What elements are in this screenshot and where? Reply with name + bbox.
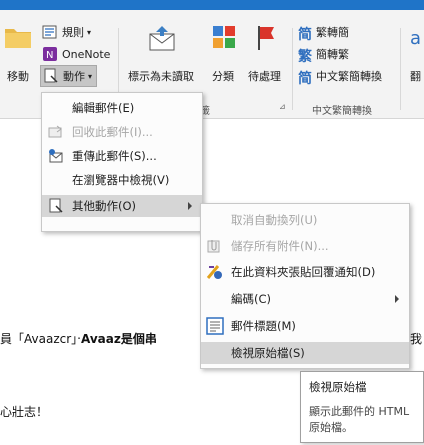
menu-item-label: 回收此郵件(I)... — [72, 125, 153, 139]
categorize-label: 分類 — [212, 70, 234, 83]
menu-item-edit-message[interactable]: 編輯郵件(E) — [42, 97, 202, 119]
to-traditional-label: 簡轉繁 — [316, 48, 349, 61]
menu-item-label: 在此資料夾張貼回覆通知(D) — [231, 265, 376, 279]
rules-label: 規則 — [62, 26, 84, 39]
categorize-button[interactable]: 分類 — [208, 16, 242, 92]
tooltip-body: 顯示此郵件的 HTML — [309, 405, 410, 418]
message-body-line-end: 我 — [410, 332, 423, 346]
svg-text:N: N — [46, 50, 53, 61]
chevron-right-icon — [188, 202, 192, 210]
chevron-down-icon: ▾ — [88, 71, 93, 81]
translate-label: 翻 — [410, 70, 421, 83]
menu-item-view-in-browser[interactable]: 在瀏覽器中檢視(V) — [42, 169, 202, 191]
attachment-icon — [206, 238, 222, 254]
message-body-line: 員「Avaazcr」‧Avaaz是個串 — [0, 330, 157, 347]
menu-item-post-reply[interactable]: 在此資料夾張貼回覆通知(D) — [201, 261, 409, 283]
actions-button[interactable]: 動作 ▾ — [40, 65, 98, 87]
view-source-tooltip: 檢視原始檔 顯示此郵件的 HTML 原始檔。 — [300, 371, 424, 443]
message-text: 員「Avaazcr」‧ — [0, 332, 81, 346]
resend-icon — [48, 148, 64, 164]
menu-item-message-headers[interactable]: 郵件標題(M) — [201, 315, 409, 337]
other-actions-submenu: 取消自動換列(U) 儲存所有附件(N)... 在此資料夾張貼回覆通知(D) 編碼… — [200, 203, 410, 369]
menu-item-label: 取消自動換列(U) — [231, 213, 318, 227]
envelope-unread-icon — [148, 24, 178, 54]
convert-icon: 简 — [298, 71, 312, 87]
menu-item-label: 編碼(C) — [231, 292, 272, 306]
dialog-launcher-icon[interactable]: ⊿ — [279, 102, 286, 111]
menu-item-label: 編輯郵件(E) — [72, 101, 135, 115]
to-traditional-button[interactable]: 繁 簡轉繁 — [298, 44, 349, 65]
other-actions-icon — [48, 198, 64, 214]
message-text-bold: Avaaz是個串 — [80, 332, 157, 346]
move-button[interactable]: 移動 — [0, 16, 38, 92]
actions-label: 動作 — [63, 70, 85, 83]
rules-button[interactable]: 規則 ▾ — [42, 22, 91, 42]
followup-label: 待處理 — [248, 70, 281, 83]
move-label: 移動 — [7, 70, 29, 83]
to-simplified-icon: 简 — [298, 27, 312, 43]
rules-icon — [42, 24, 58, 40]
onenote-button[interactable]: N OneNote — [42, 44, 110, 64]
menu-item-label: 儲存所有附件(N)... — [231, 239, 329, 253]
followup-button[interactable]: 待處理 — [244, 16, 286, 92]
recall-icon — [48, 124, 64, 140]
menu-item-view-source[interactable]: 檢視原始檔(S) — [201, 342, 409, 364]
folder-move-icon — [5, 26, 31, 48]
menu-item-encoding[interactable]: 編碼(C) — [201, 288, 409, 310]
menu-item-label: 在瀏覽器中檢視(V) — [72, 173, 170, 187]
convert-label: 中文繁簡轉換 — [316, 70, 382, 83]
ribbon-separator — [292, 28, 293, 110]
message-headers-icon — [206, 317, 224, 335]
post-reply-icon — [206, 264, 222, 280]
chevron-right-icon — [395, 295, 399, 303]
flag-icon — [256, 24, 276, 50]
chinese-group-label: 中文繁簡轉換 — [312, 106, 372, 117]
onenote-label: OneNote — [62, 47, 111, 61]
ribbon-separator — [400, 28, 401, 110]
menu-item-label: 檢視原始檔(S) — [231, 346, 305, 360]
message-body-line: 心壯志！ — [0, 405, 49, 419]
menu-item-label: 其他動作(O) — [72, 199, 137, 213]
chevron-down-icon: ▾ — [87, 27, 92, 37]
convert-button[interactable]: 简 中文繁簡轉換 — [298, 66, 382, 87]
translate-button[interactable]: a 翻 — [404, 16, 424, 92]
menu-item-undo-wrap[interactable]: 取消自動換列(U) — [201, 209, 409, 231]
to-simplified-label: 繁轉簡 — [316, 26, 349, 39]
categorize-icon — [213, 26, 235, 48]
onenote-icon: N — [42, 46, 58, 62]
mark-unread-button[interactable]: 標示為未讀取 — [124, 16, 206, 92]
tooltip-title: 檢視原始檔 — [309, 380, 367, 394]
actions-menu: 編輯郵件(E) 回收此郵件(I)... 重傳此郵件(S)... 在瀏覽器中檢視(… — [41, 92, 203, 232]
to-simplified-button[interactable]: 简 繁轉簡 — [298, 22, 349, 43]
menu-item-recall-message[interactable]: 回收此郵件(I)... — [42, 121, 202, 143]
translate-icon: a — [410, 28, 422, 49]
menu-item-resend-message[interactable]: 重傳此郵件(S)... — [42, 145, 202, 167]
menu-item-label: 重傳此郵件(S)... — [72, 149, 157, 163]
actions-icon — [43, 68, 59, 84]
to-traditional-icon: 繁 — [298, 49, 312, 65]
title-bar — [0, 0, 424, 10]
menu-item-other-actions[interactable]: 其他動作(O) — [42, 195, 202, 217]
menu-item-save-attachments[interactable]: 儲存所有附件(N)... — [201, 235, 409, 257]
mark-unread-label: 標示為未讀取 — [128, 70, 194, 83]
menu-item-label: 郵件標題(M) — [231, 319, 296, 333]
tooltip-body-cont: 原始檔。 — [309, 421, 353, 434]
